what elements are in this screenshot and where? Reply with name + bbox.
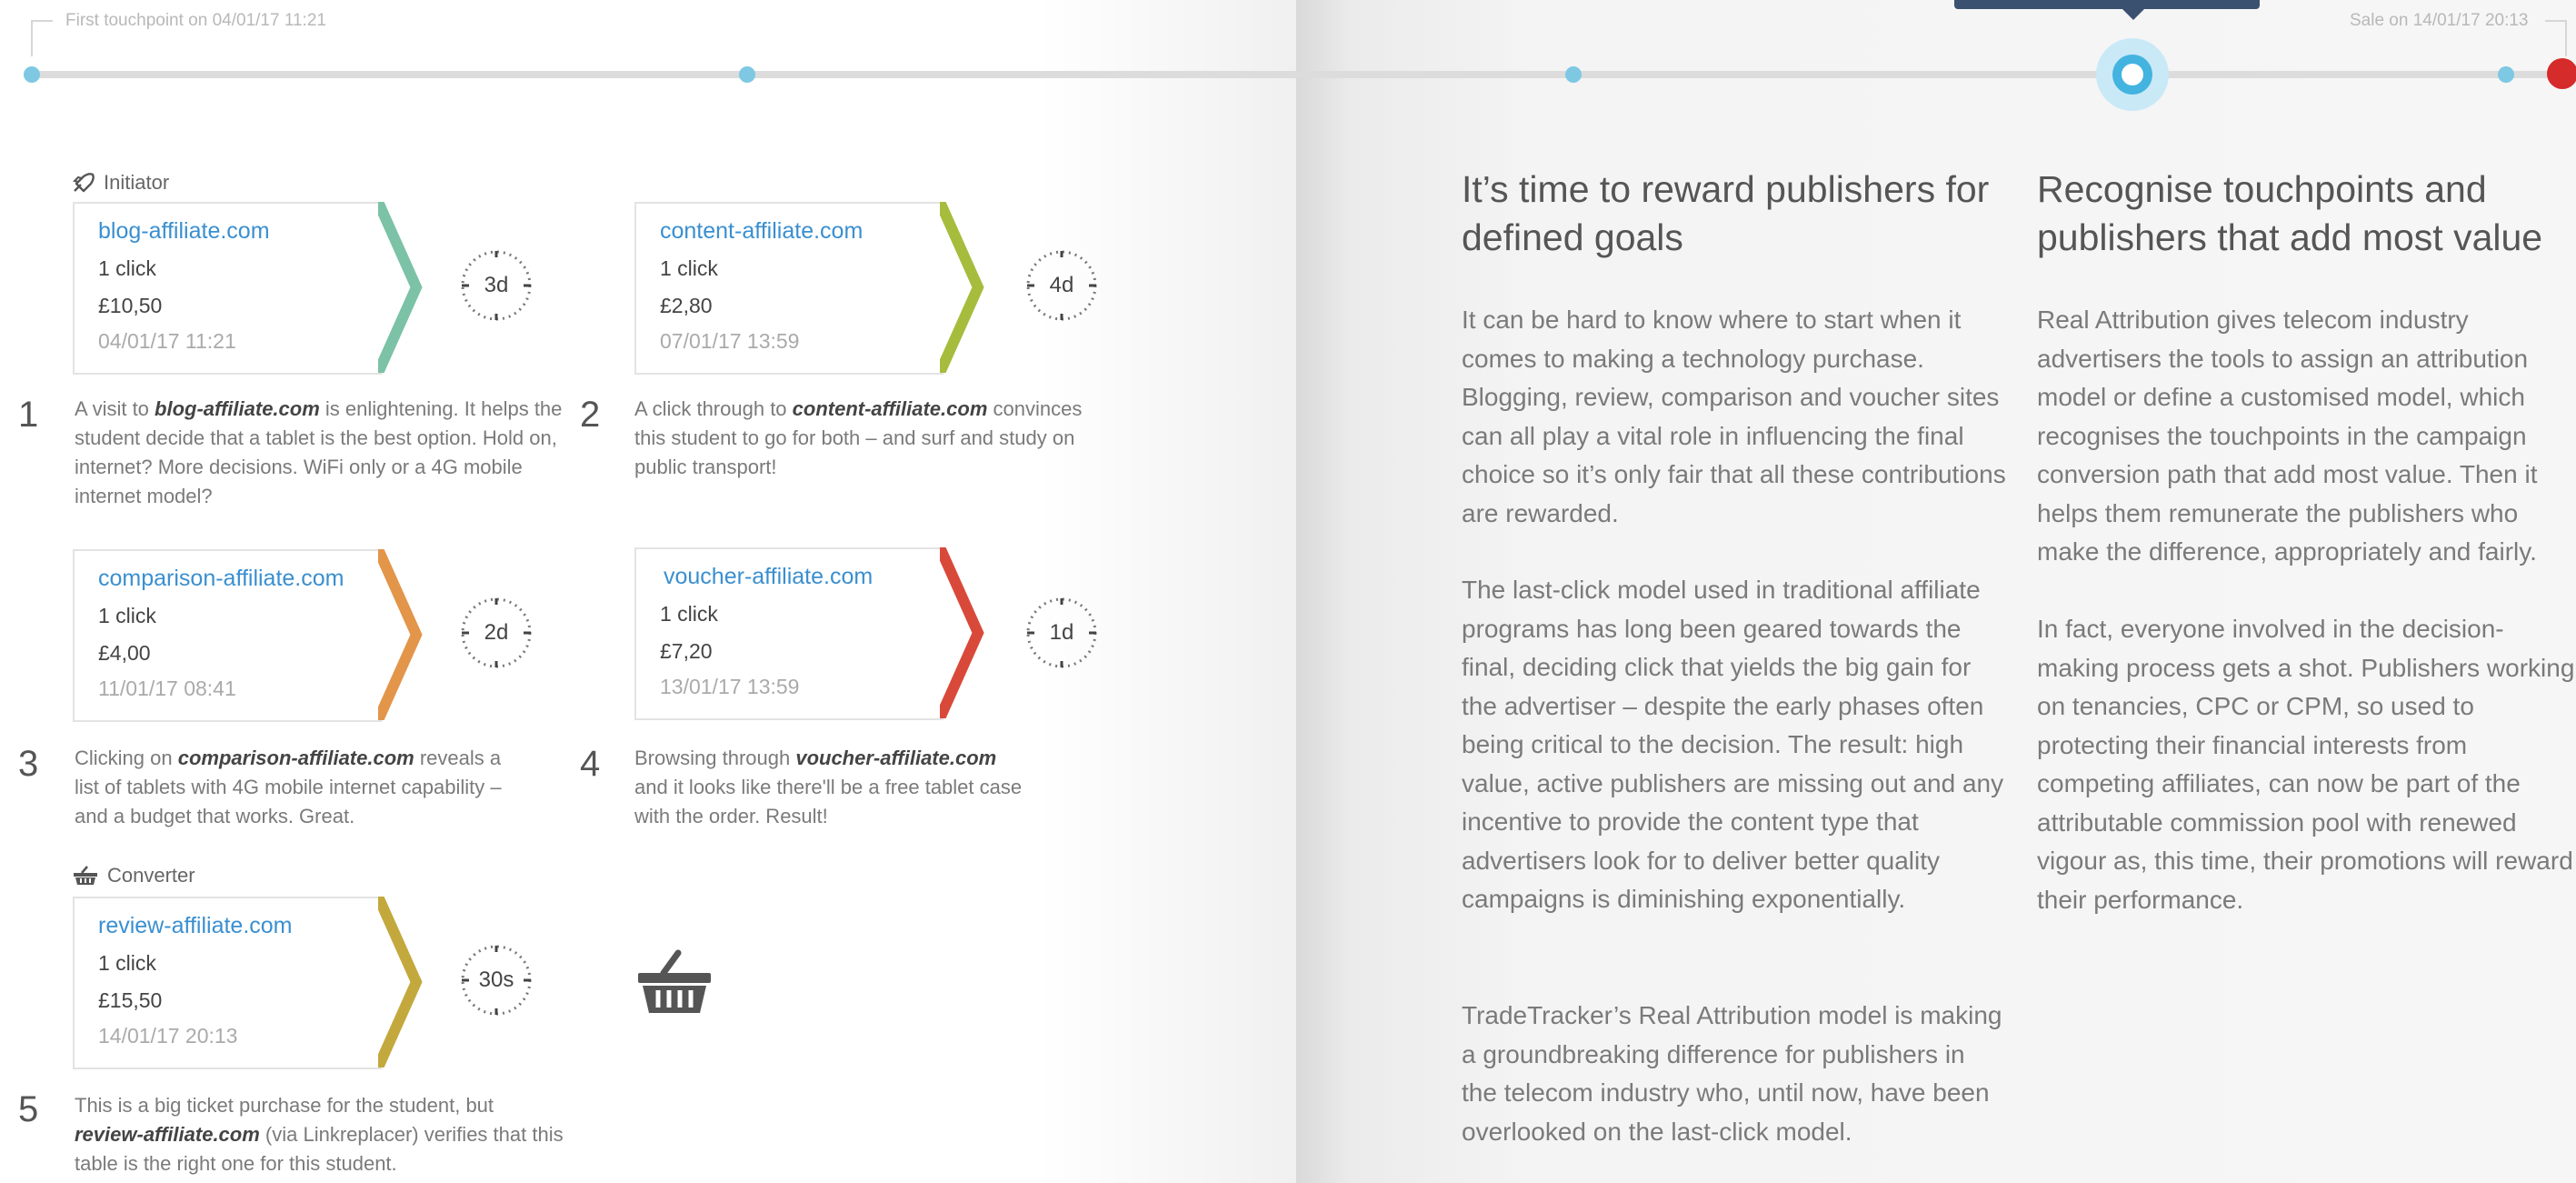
- role-initiator: Initiator: [73, 171, 169, 195]
- timer-label: 4d: [1049, 273, 1074, 297]
- card-value: £4,00: [98, 641, 151, 665]
- step-number: 5: [18, 1089, 39, 1129]
- card-clicks: 1 click: [660, 602, 718, 626]
- role-converter-label: Converter: [107, 864, 195, 887]
- chevron-arrow: [378, 897, 423, 1068]
- basket-icon: [74, 866, 97, 885]
- step-description: Clicking on comparison-affiliate.com rev…: [75, 744, 529, 831]
- step-number: 4: [580, 744, 601, 784]
- card-clicks: 1 click: [98, 951, 156, 975]
- step-affiliate-name: review-affiliate.com: [75, 1123, 260, 1146]
- step-description: A visit to blog-affiliate.com is enlight…: [75, 395, 565, 511]
- touchpoint-card[interactable]: content-affiliate.com 1 click £2,80 07/0…: [634, 202, 984, 375]
- touchpoint-card[interactable]: voucher-affiliate.com 1 click £7,20 13/0…: [634, 547, 984, 720]
- step-number: 3: [18, 744, 39, 784]
- touchpoint-card[interactable]: blog-affiliate.com 1 click £10,50 04/01/…: [73, 202, 423, 375]
- timer-label: 30s: [478, 967, 514, 992]
- timeline-active-core: [2122, 64, 2143, 85]
- timeline-track: [31, 71, 2567, 78]
- card-value: £7,20: [660, 639, 713, 663]
- stopwatch-icon: 4d: [1025, 249, 1098, 322]
- col2-paragraph-1: Real Attribution gives telecom industry …: [2037, 306, 2538, 566]
- card-date: 07/01/17 13:59: [660, 329, 800, 353]
- touchpoint-card[interactable]: comparison-affiliate.com 1 click £4,00 1…: [73, 549, 423, 722]
- step-affiliate-name: content-affiliate.com: [792, 397, 988, 420]
- step-affiliate-name: comparison-affiliate.com: [177, 747, 414, 769]
- timeline-start-label: First touchpoint on 04/01/17 11:21: [65, 11, 326, 30]
- timeline-touchpoint[interactable]: [24, 66, 40, 83]
- timeline-end-bracket: [2545, 20, 2567, 56]
- page-fold-shadow: [1036, 0, 1296, 1183]
- timeline-touchpoint[interactable]: [739, 66, 755, 83]
- step-text-post: and it looks like there'll be a free tab…: [634, 776, 1023, 827]
- card-clicks: 1 click: [660, 256, 718, 280]
- timeline-tooltip: [1954, 0, 2260, 9]
- timer-label: 1d: [1049, 620, 1074, 645]
- col1-paragraph-2: The last-click model used in traditional…: [1462, 576, 2004, 913]
- step-text-pre: Browsing through: [634, 747, 796, 769]
- step-number: 1: [18, 395, 39, 435]
- timeline-touchpoint[interactable]: [1565, 66, 1582, 83]
- card-clicks: 1 click: [98, 604, 156, 627]
- col2-paragraph-2: In fact, everyone involved in the decisi…: [2037, 615, 2575, 914]
- timeline-touchpoint[interactable]: [2498, 66, 2514, 83]
- card-date: 14/01/17 20:13: [98, 1024, 238, 1048]
- card-date: 11/01/17 08:41: [98, 677, 236, 700]
- timeline-active-ring: [2112, 55, 2152, 95]
- stopwatch-icon: 30s: [460, 944, 533, 1017]
- step-description: This is a big ticket purchase for the st…: [75, 1091, 565, 1178]
- rocket-icon: [73, 173, 95, 193]
- chevron-arrow: [940, 547, 984, 718]
- stopwatch-icon: 1d: [1025, 597, 1098, 669]
- col1-heading: It’s time to reward publishers for defin…: [1462, 168, 1990, 258]
- stopwatch-icon: 2d: [460, 597, 533, 669]
- step-affiliate-name: blog-affiliate.com: [155, 397, 320, 420]
- step-text-pre: A visit to: [75, 397, 155, 420]
- step-description: Browsing through voucher-affiliate.com a…: [634, 744, 1034, 831]
- card-value: £2,80: [660, 294, 713, 317]
- step-description: A click through to content-affiliate.com…: [634, 395, 1089, 482]
- timer-label: 2d: [484, 620, 509, 645]
- role-initiator-label: Initiator: [104, 171, 170, 194]
- card-date: 04/01/17 11:21: [98, 329, 236, 353]
- card-value: £15,50: [98, 988, 163, 1012]
- card-domain[interactable]: review-affiliate.com: [98, 913, 293, 939]
- card-domain[interactable]: blog-affiliate.com: [98, 218, 270, 245]
- timeline-start-bracket: [31, 20, 53, 56]
- col1-paragraph-3: TradeTracker’s Real Attribution model is…: [1462, 1001, 2002, 1146]
- chevron-arrow: [378, 549, 423, 720]
- timeline-touchpoint-active[interactable]: [2096, 38, 2169, 111]
- chevron-arrow: [378, 202, 423, 373]
- shopping-basket-icon: [638, 949, 711, 1013]
- col2-heading: Recognise touchpoints and publishers tha…: [2037, 168, 2543, 258]
- step-text-pre: This is a big ticket purchase for the st…: [75, 1094, 494, 1117]
- card-domain[interactable]: content-affiliate.com: [660, 218, 863, 245]
- timeline-tooltip-arrow: [2122, 9, 2144, 20]
- card-clicks: 1 click: [98, 256, 156, 280]
- role-converter: Converter: [73, 864, 195, 887]
- timeline-sale-marker[interactable]: [2547, 58, 2576, 89]
- touchpoint-card[interactable]: review-affiliate.com 1 click £15,50 14/0…: [73, 897, 423, 1069]
- timeline-end-label: Sale on 14/01/17 20:13: [2350, 11, 2529, 30]
- step-text-pre: Clicking on: [75, 747, 178, 769]
- card-domain[interactable]: comparison-affiliate.com: [98, 566, 344, 592]
- step-text-pre: A click through to: [634, 397, 793, 420]
- col1-paragraph-1: It can be hard to know where to start wh…: [1462, 306, 2006, 527]
- step-number: 2: [580, 395, 601, 435]
- stopwatch-icon: 3d: [460, 249, 533, 322]
- card-domain[interactable]: voucher-affiliate.com: [664, 564, 873, 590]
- card-value: £10,50: [98, 294, 163, 317]
- step-affiliate-name: voucher-affiliate.com: [795, 747, 997, 769]
- timer-label: 3d: [484, 273, 509, 297]
- card-date: 13/01/17 13:59: [660, 675, 800, 698]
- chevron-arrow: [940, 202, 984, 373]
